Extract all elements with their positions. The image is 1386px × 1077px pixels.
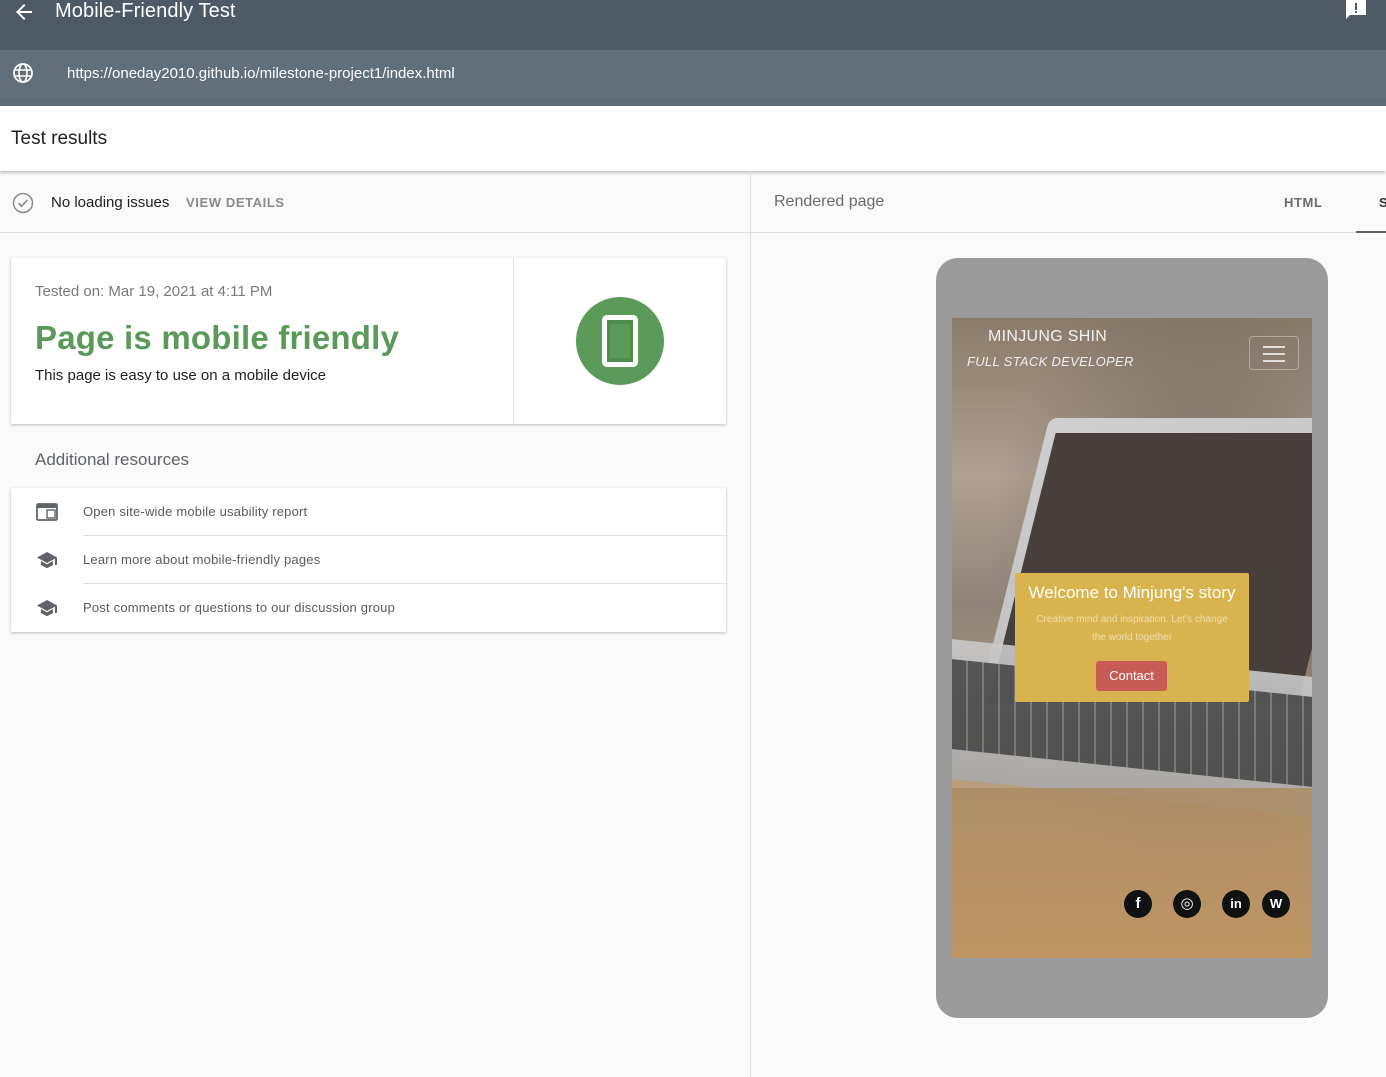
hamburger-menu-icon <box>1249 336 1299 370</box>
linkedin-icon: in <box>1222 890 1250 918</box>
smartphone-icon <box>602 315 638 367</box>
back-arrow-icon[interactable] <box>12 0 36 24</box>
school-icon <box>37 600 57 617</box>
check-circle-icon <box>12 192 34 214</box>
wordpress-icon: W <box>1262 890 1290 918</box>
welcome-text: Creative mind and inspiration. Let's cha… <box>1036 614 1228 643</box>
instagram-icon: ◎ <box>1173 890 1201 918</box>
card-divider <box>513 258 514 424</box>
additional-resources-heading: Additional resources <box>35 450 190 469</box>
app-title: Mobile-Friendly Test <box>55 0 236 22</box>
app-header: Mobile-Friendly Test <box>0 0 1386 50</box>
results-header: Test results <box>0 106 1386 171</box>
report-icon <box>36 503 58 521</box>
result-card: Tested on: Mar 19, 2021 at 4:11 PM Page … <box>11 258 726 424</box>
active-tab-indicator <box>1356 231 1386 233</box>
results-title: Test results <box>11 128 108 149</box>
rendered-page-title: Rendered page <box>774 193 885 210</box>
resource-item-learn-more[interactable]: Learn more about mobile-friendly pages <box>11 536 726 584</box>
globe-icon <box>13 63 33 83</box>
contact-button: Contact <box>1096 661 1167 691</box>
site-role: FULL STACK DEVELOPER <box>967 354 1134 369</box>
resource-item-usability-report[interactable]: Open site-wide mobile usability report <box>11 488 726 536</box>
school-icon <box>37 552 57 569</box>
loading-status-row: No loading issues VIEW DETAILS <box>0 171 750 233</box>
column-divider <box>750 171 751 1077</box>
view-details-button[interactable]: VIEW DETAILS <box>186 195 285 210</box>
url-field[interactable]: https://oneday2010.github.io/milestone-p… <box>0 50 1386 98</box>
tab-html[interactable]: HTML <box>1284 195 1323 210</box>
rendered-page-header: Rendered page HTML S <box>751 171 1386 233</box>
feedback-icon[interactable] <box>1344 0 1368 20</box>
resource-label: Open site-wide mobile usability report <box>83 504 308 519</box>
facebook-icon: f <box>1124 890 1152 918</box>
verdict-title: Page is mobile friendly <box>35 319 400 356</box>
device-frame: MINJUNG SHIN FULL STACK DEVELOPER Welcom… <box>936 258 1328 1018</box>
tested-on-date: Tested on: Mar 19, 2021 at 4:11 PM <box>35 283 273 300</box>
verdict-subtitle: This page is easy to use on a mobile dev… <box>35 367 326 384</box>
url-bar: https://oneday2010.github.io/milestone-p… <box>0 50 1386 106</box>
site-name: MINJUNG SHIN <box>988 328 1108 345</box>
rendered-screenshot: MINJUNG SHIN FULL STACK DEVELOPER Welcom… <box>952 318 1312 958</box>
tab-screenshot[interactable]: S <box>1379 195 1386 210</box>
welcome-box: Welcome to Minjung's story Creative mind… <box>1015 573 1249 702</box>
resources-list: Open site-wide mobile usability report L… <box>11 488 726 632</box>
loading-status-text: No loading issues <box>51 194 170 211</box>
mobile-friendly-badge <box>576 297 664 385</box>
resource-item-discussion-group[interactable]: Post comments or questions to our discus… <box>11 584 726 632</box>
welcome-title: Welcome to Minjung's story <box>1028 583 1236 602</box>
url-text: https://oneday2010.github.io/milestone-p… <box>67 65 455 82</box>
resource-label: Learn more about mobile-friendly pages <box>83 552 321 567</box>
resource-label: Post comments or questions to our discus… <box>83 600 396 615</box>
